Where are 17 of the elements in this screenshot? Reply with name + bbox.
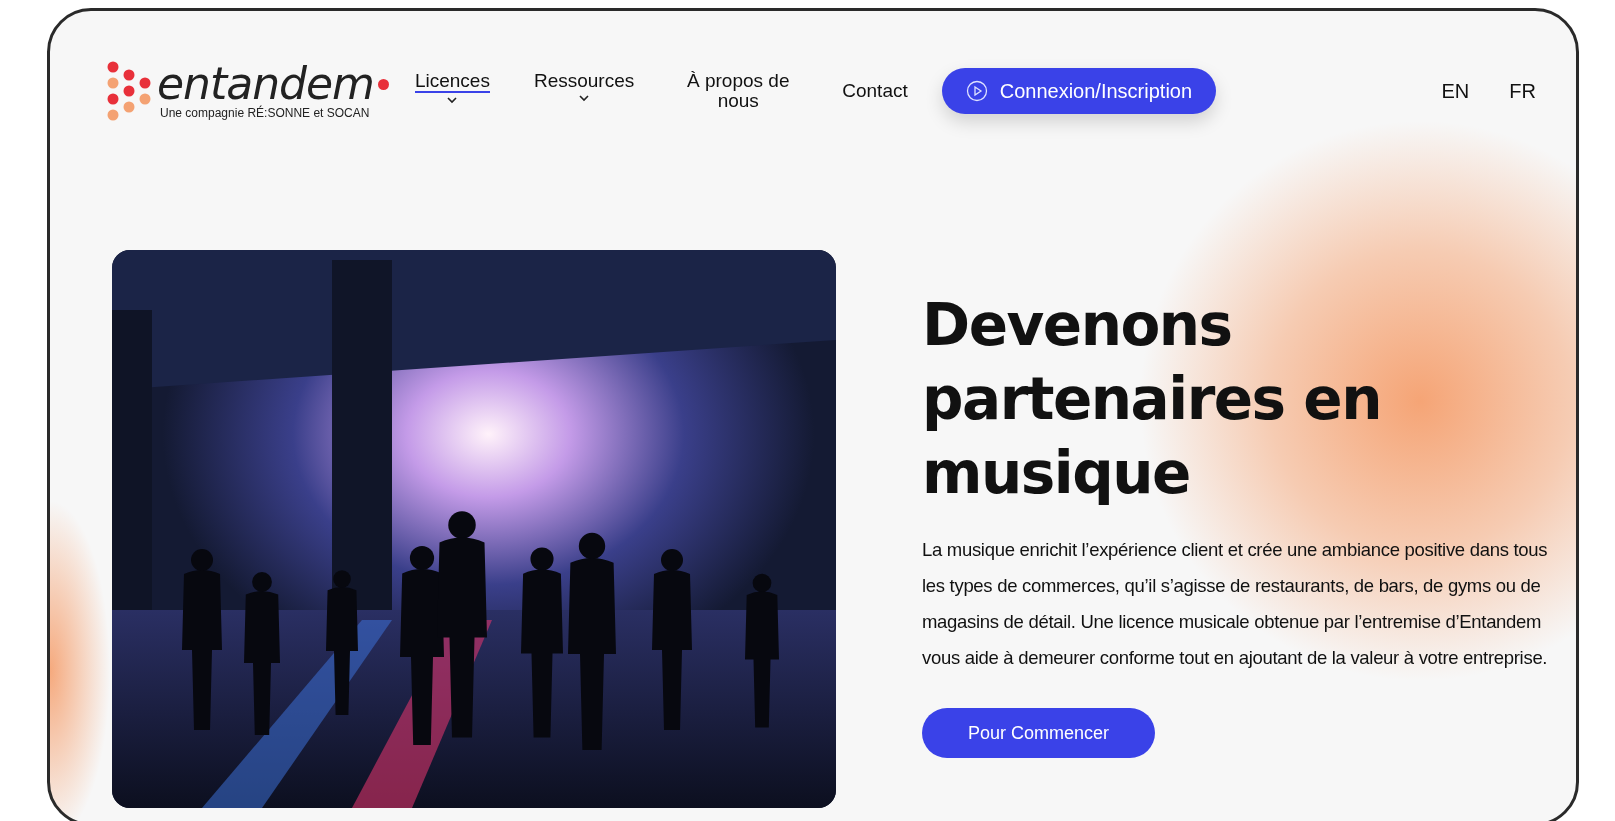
nav-link[interactable]: Contact bbox=[842, 81, 908, 101]
logo-dot-icon bbox=[377, 78, 389, 90]
chevron-down-icon bbox=[446, 96, 459, 104]
hero-heading: Devenons partenaires en musique bbox=[922, 290, 1382, 509]
logo-tagline: Une compagnie RÉ:SONNE et SOCAN bbox=[160, 106, 371, 120]
play-circle-icon bbox=[965, 80, 988, 102]
login-button[interactable]: Connexion/Inscription bbox=[941, 68, 1217, 114]
hero-paragraph: La musique enrichit l’expérience client et crée une ambiance positive dans tous les types de commerces, qu’il s’agisse de restaurants, de bars, de gyms ou de magasins de détail. Une licence musicale obtenue par l’entremise d’Entandem vous aide à demeurer conforme tout en ajoutant de la valeur à votre entreprise. bbox=[922, 538, 1549, 670]
nav-link[interactable]: À propos de nous bbox=[678, 71, 799, 111]
language-link[interactable]: FR bbox=[1509, 79, 1536, 103]
nav-link[interactable]: Licences bbox=[414, 71, 490, 104]
language-link[interactable]: EN bbox=[1441, 79, 1470, 103]
chevron-down-icon bbox=[578, 94, 591, 102]
logo-dots-icon bbox=[107, 61, 151, 121]
get-started-button[interactable]: Pour Commencer bbox=[922, 708, 1155, 758]
logo-wordmark[interactable]: entandem bbox=[157, 62, 374, 106]
nav-link[interactable]: Ressources bbox=[533, 71, 635, 102]
